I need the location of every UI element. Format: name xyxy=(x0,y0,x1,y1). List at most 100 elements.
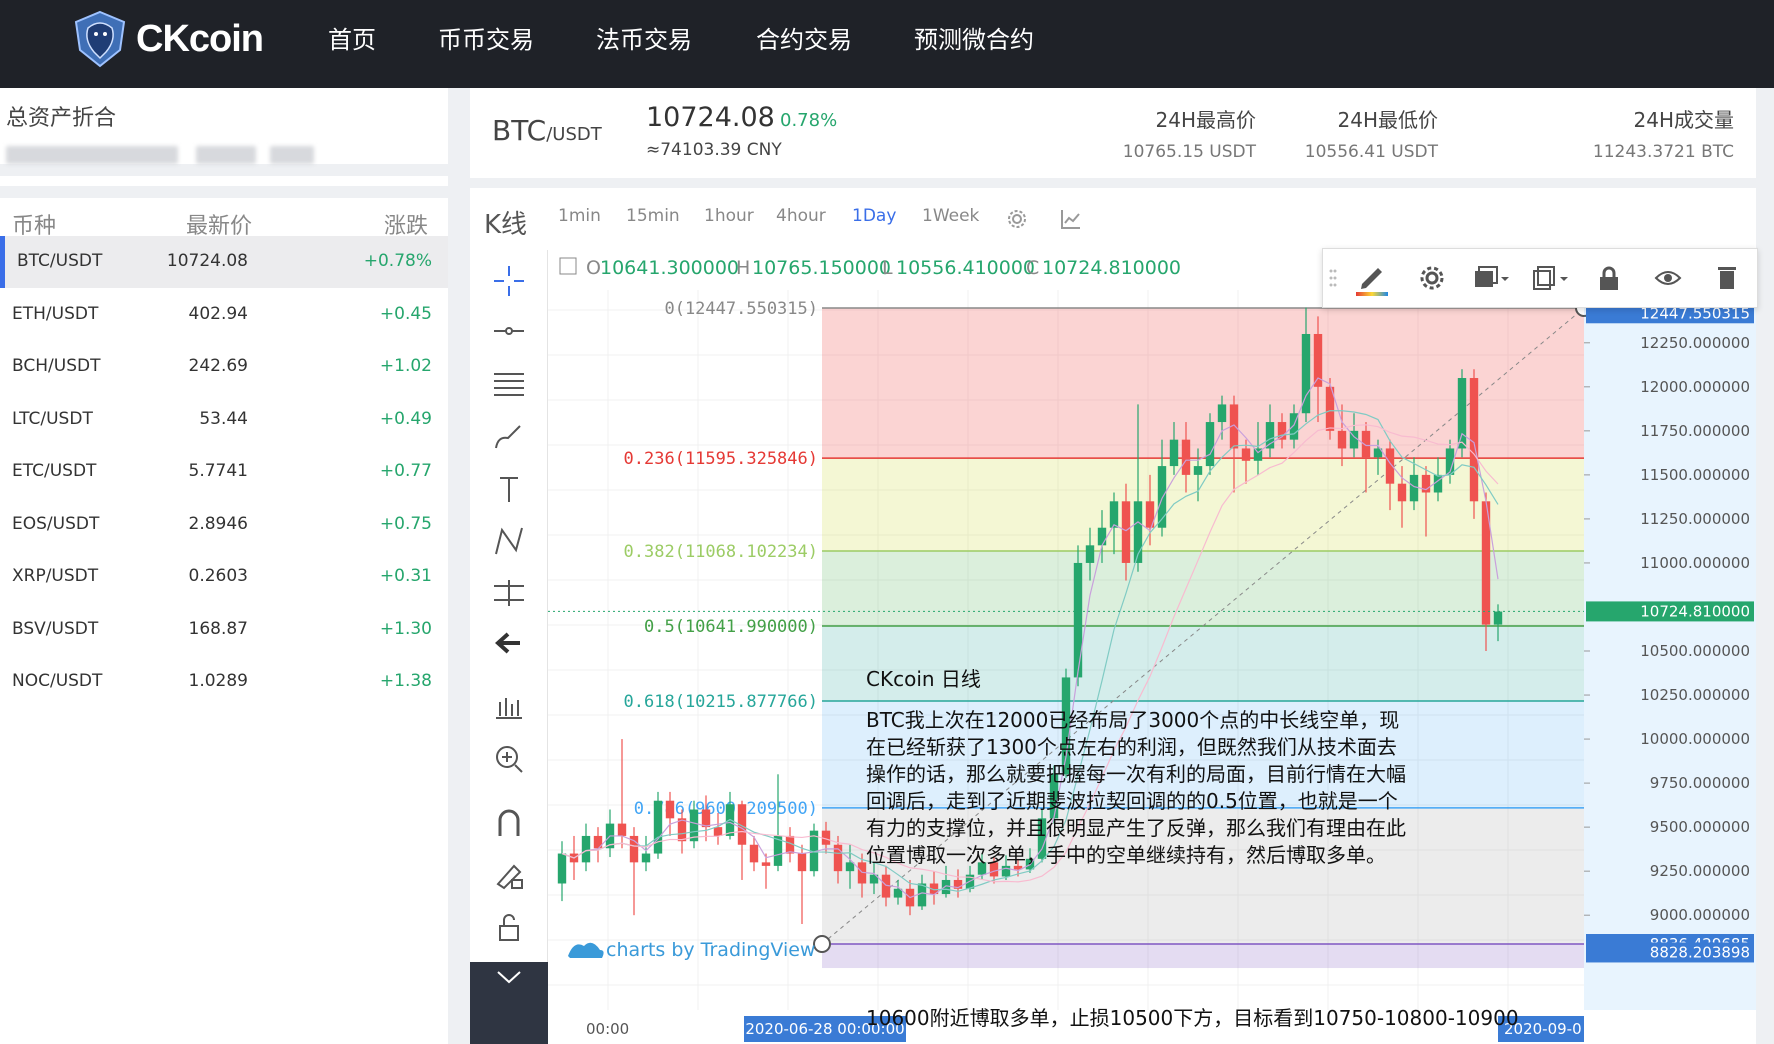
price-tick-label: 9500.000000 xyxy=(1650,818,1750,836)
market-row[interactable]: EOS/USDT 2.8946 +0.75 xyxy=(0,499,448,551)
candle-body[interactable] xyxy=(941,879,951,895)
candle-body[interactable] xyxy=(1193,466,1203,475)
candle-body[interactable] xyxy=(1085,545,1095,563)
candle-body[interactable] xyxy=(1469,378,1479,502)
analysis-annotation[interactable]: CKcoin 日线 BTC我上次在12000已经布局了3000个点的中长线空单，现… xyxy=(866,666,1406,869)
drag-handle-icon[interactable] xyxy=(1323,248,1343,308)
market-change: +1.30 xyxy=(379,618,432,639)
candle-body[interactable] xyxy=(1073,562,1083,678)
annotation-body: BTC我上次在12000已经布局了3000个点的中长线空单，现在已经斩获了130… xyxy=(866,708,1406,867)
candle-body[interactable] xyxy=(665,800,675,819)
asset-title: 总资产折合 xyxy=(6,106,117,131)
candle-body[interactable] xyxy=(1217,404,1227,423)
chart-canvas[interactable]: 0(12447.550315) 0.236(11595.325846) 0.382(… xyxy=(548,250,1756,1044)
asset-value-masked xyxy=(196,146,256,164)
market-price: 2.8946 xyxy=(188,513,248,534)
market-pair: EOS/USDT xyxy=(12,513,100,534)
nav-spot-trading[interactable]: 币币交易 xyxy=(438,20,534,55)
market-row[interactable]: ETH/USDT 402.94 +0.45 xyxy=(0,289,448,341)
market-row[interactable]: XRP/USDT 0.2603 +0.31 xyxy=(0,551,448,603)
horizontal-ray-icon[interactable] xyxy=(488,310,530,352)
clone-icon[interactable] xyxy=(1520,248,1579,308)
market-change: +0.49 xyxy=(379,408,432,429)
tab-1week[interactable]: 1Week xyxy=(922,206,979,226)
lock-icon[interactable] xyxy=(488,906,530,948)
gear-icon[interactable] xyxy=(1402,248,1461,308)
parallel-lines-icon[interactable] xyxy=(488,362,530,404)
market-row[interactable]: BTC/USDT 10724.08 +0.78% xyxy=(0,236,448,288)
candle-body[interactable] xyxy=(1433,474,1443,493)
candle-body[interactable] xyxy=(797,853,807,872)
trash-icon[interactable] xyxy=(1698,248,1757,308)
settings-gear-icon[interactable] xyxy=(1006,208,1028,230)
pair-quote: /USDT xyxy=(546,124,602,145)
market-row[interactable]: LTC/USDT 53.44 +0.49 xyxy=(0,394,448,446)
nav-home[interactable]: 首页 xyxy=(328,20,376,55)
eye-icon[interactable] xyxy=(1639,248,1698,308)
market-price: 168.87 xyxy=(188,618,248,639)
market-row[interactable]: BSV/USDT 168.87 +1.30 xyxy=(0,604,448,656)
brand-logo[interactable]: CKcoin xyxy=(72,10,264,68)
market-change: +0.75 xyxy=(379,513,432,534)
visual-order-icon[interactable] xyxy=(1461,248,1520,308)
tab-1min[interactable]: 1min xyxy=(558,206,601,226)
candle-body[interactable] xyxy=(653,800,663,854)
candle-body[interactable] xyxy=(581,835,591,863)
price-tick-label: 11750.000000 xyxy=(1640,422,1750,440)
tab-4hour[interactable]: 4hour xyxy=(776,206,826,226)
market-change: +0.31 xyxy=(379,566,432,586)
tab-1day[interactable]: 1Day xyxy=(852,206,896,226)
indicator-chart-icon[interactable] xyxy=(1060,208,1082,230)
candle-body[interactable] xyxy=(761,862,771,866)
candle-body[interactable] xyxy=(1121,501,1131,563)
fib-anchor-handle[interactable] xyxy=(813,934,831,953)
lock-icon[interactable] xyxy=(1579,248,1638,308)
candle-body[interactable] xyxy=(1337,430,1347,449)
zoom-in-icon[interactable] xyxy=(488,738,530,780)
candle-body[interactable] xyxy=(1409,474,1419,502)
candle-body[interactable] xyxy=(713,827,723,836)
brush-icon[interactable] xyxy=(488,416,530,458)
collapse-toolbar-button[interactable] xyxy=(470,962,548,1044)
candle-body[interactable] xyxy=(701,809,711,828)
market-row[interactable]: NOC/USDT 1.0289 +1.38 xyxy=(0,656,448,708)
candle-body[interactable] xyxy=(1397,483,1407,502)
lock-drawing-icon[interactable] xyxy=(488,854,530,896)
market-row[interactable]: BCH/USDT 242.69 +1.02 xyxy=(0,341,448,393)
candle-body[interactable] xyxy=(1169,439,1179,467)
measure-tool-icon[interactable] xyxy=(488,572,530,614)
candle-body[interactable] xyxy=(749,844,759,863)
tab-1hour[interactable]: 1hour xyxy=(704,206,754,226)
candle-body[interactable] xyxy=(617,823,627,836)
candle-body[interactable] xyxy=(1181,439,1191,475)
kline-title: K线 xyxy=(484,210,528,240)
candle-body[interactable] xyxy=(845,862,855,872)
candle-body[interactable] xyxy=(1109,501,1119,528)
candle-body[interactable] xyxy=(1457,378,1467,449)
collapse-legend-icon[interactable] xyxy=(559,257,577,275)
candlestick-chart[interactable]: 0(12447.550315) 0.236(11595.325846) 0.382(… xyxy=(548,250,1756,1044)
crosshair-icon[interactable] xyxy=(488,260,530,302)
market-pair: BSV/USDT xyxy=(12,618,99,639)
asset-value-masked xyxy=(6,146,178,164)
magnet-icon[interactable] xyxy=(488,802,530,844)
candle-body[interactable] xyxy=(677,818,687,842)
market-row[interactable]: ETC/USDT 5.7741 +0.77 xyxy=(0,446,448,498)
candle-body[interactable] xyxy=(557,853,567,884)
candle-body[interactable] xyxy=(1205,422,1215,467)
nav-prediction-contract[interactable]: 预测微合约 xyxy=(914,20,1034,55)
pencil-color-icon[interactable] xyxy=(1343,248,1402,308)
pattern-tool-icon[interactable] xyxy=(488,520,530,562)
nav-futures-trading[interactable]: 合约交易 xyxy=(756,20,852,55)
candle-body[interactable] xyxy=(1493,611,1503,625)
candle-body[interactable] xyxy=(1241,448,1251,461)
nav-otc-trading[interactable]: 法币交易 xyxy=(596,20,692,55)
text-tool-icon[interactable] xyxy=(488,468,530,510)
annotation-trade-plan[interactable]: 10600附近博取多单，止损10500下方，目标看到10750-10800-10… xyxy=(866,1002,1519,1031)
tab-15min[interactable]: 15min xyxy=(626,206,680,226)
candle-body[interactable] xyxy=(1097,527,1107,546)
tradingview-watermark[interactable]: charts by TradingView xyxy=(606,939,815,961)
candle-body[interactable] xyxy=(641,853,651,863)
candle-tools-icon[interactable] xyxy=(488,686,530,728)
back-arrow-icon[interactable] xyxy=(488,622,530,664)
